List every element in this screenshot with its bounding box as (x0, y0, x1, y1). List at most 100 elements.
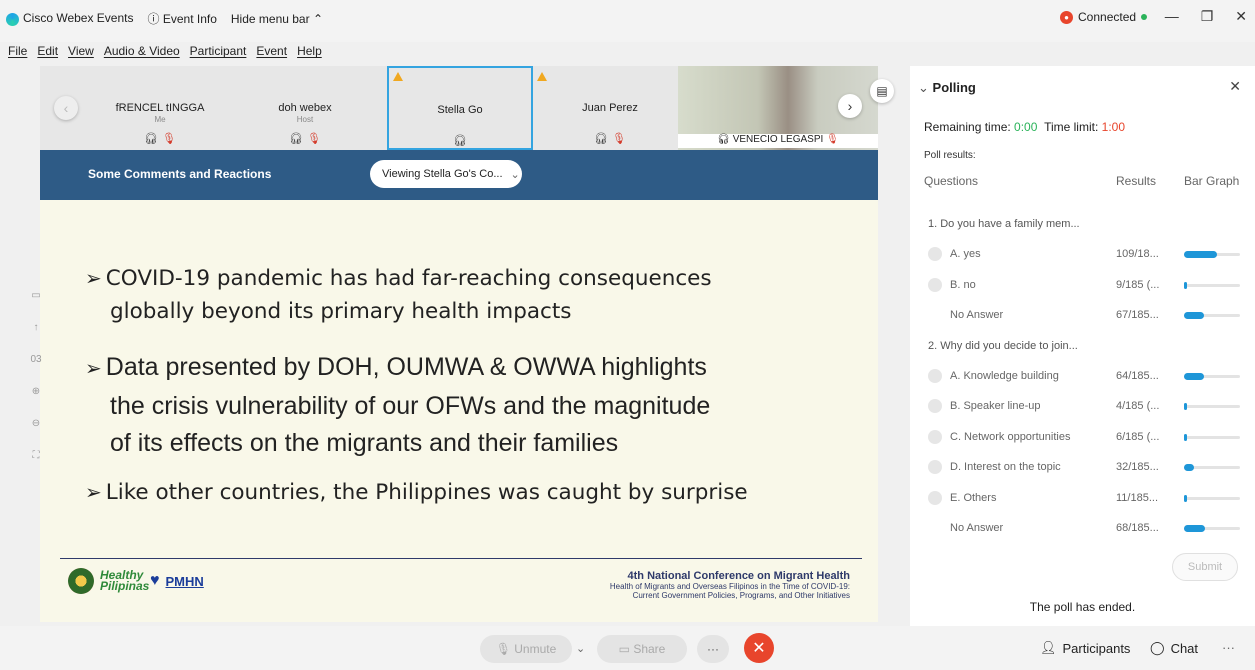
slide-logos: Healthy Pilipinas ♥ PMHN (68, 568, 204, 594)
menu-view[interactable]: View (68, 44, 94, 58)
menu-audio-video[interactable]: Audio & Video (104, 44, 180, 58)
chat-button[interactable]: ◯ Chat (1150, 640, 1198, 656)
video-caption: 🎧︎ VENECIO LEGASPI 🎙︎ (678, 134, 878, 148)
healthy-pilipinas-logo: Healthy Pilipinas (100, 568, 150, 593)
answer-result: 4/185 (... (1116, 400, 1160, 413)
strip-prev-button[interactable]: ‹ (54, 96, 78, 120)
tile-status-icons: 🎧︎ 🎙︎ (144, 133, 176, 145)
zoom-out-icon[interactable]: ⊖ (26, 418, 46, 450)
poll-answer-row: A. Knowledge building 64/185... (928, 368, 1250, 386)
person-icon: 👤︎ (1040, 640, 1057, 655)
conference-credit: 4th National Conference on Migrant Healt… (609, 570, 850, 600)
layout-icon[interactable]: ▤ (870, 79, 894, 103)
record-icon: ● (1060, 10, 1073, 24)
annotate-icon[interactable]: ▭ (26, 290, 46, 322)
answer-result: 9/185 (... (1116, 278, 1160, 291)
answer-label: B. no (950, 278, 976, 291)
poll-answer-row: A. yes 109/18... (928, 246, 1250, 264)
close-icon[interactable]: ✕ (1235, 8, 1247, 25)
participant-tile-selected[interactable]: Stella Go 🎧︎ (387, 66, 533, 150)
viewing-dropdown[interactable]: Viewing Stella Go's Co... ⌄ (370, 160, 522, 188)
answer-label: E. Others (950, 491, 997, 504)
radio-button[interactable] (928, 429, 942, 444)
menu-help[interactable]: Help (297, 44, 322, 58)
poll-answer-row: D. Interest on the topic 32/185... (928, 459, 1250, 477)
answer-result: 64/185... (1116, 370, 1159, 382)
window-controls: — ❐ ✕ (1165, 8, 1247, 25)
answer-bar-fill (1184, 251, 1218, 259)
answer-bar-fill (1184, 373, 1204, 380)
arrow-bullet-icon: ➢ (85, 480, 102, 504)
tile-status-icons: 🎧︎ (453, 135, 467, 147)
chevron-down-icon[interactable]: ⌄ (576, 642, 585, 655)
tile-status-icons: 🎧︎ 🎙︎ (594, 133, 626, 145)
restore-icon[interactable]: ❐ (1201, 8, 1214, 25)
answer-result: 67/185... (1116, 309, 1159, 322)
pointer-icon[interactable]: ↑ (26, 322, 46, 354)
minimize-icon[interactable]: — (1165, 8, 1179, 25)
radio-button[interactable] (928, 247, 942, 262)
radio-button[interactable] (928, 369, 942, 383)
chat-icon: ◯ (1150, 640, 1165, 655)
chevron-down-icon: ⌄ (918, 80, 929, 95)
radio-button[interactable] (928, 490, 942, 505)
answer-bar-fill (1184, 525, 1205, 532)
title-bar: Cisco Webex Events ⓘ Event Info Hide men… (0, 0, 1255, 42)
slide-toolbar: ▭ ↑ 03 ⊕ ⊖ ⛶ (26, 290, 46, 490)
poll-question: 1. Do you have a family mem... (928, 218, 1080, 230)
connection-status[interactable]: ● Connected (1060, 10, 1148, 24)
submit-button[interactable]: Submit (1172, 553, 1238, 581)
answer-bar (1184, 525, 1240, 532)
menu-edit[interactable]: Edit (37, 44, 58, 58)
menu-bar: File Edit View Audio & Video Participant… (8, 44, 322, 58)
more-options-button[interactable]: ··· (697, 635, 729, 663)
answer-label: C. Network opportunities (950, 430, 1071, 443)
menu-participant[interactable]: Participant (190, 44, 247, 58)
participant-tile[interactable]: doh webex Host 🎧︎ 🎙︎ (245, 66, 365, 150)
mic-muted-icon: 🎙︎ (162, 133, 176, 145)
answer-bar-fill (1184, 494, 1188, 502)
answer-bar (1184, 373, 1240, 380)
strip-next-button[interactable]: › (838, 94, 862, 118)
share-button[interactable]: ▭ Share (597, 635, 687, 663)
answer-bar-fill (1184, 433, 1187, 441)
close-icon[interactable]: ✕ (1229, 78, 1241, 95)
unmute-button[interactable]: 🎙︎ Unmute (480, 635, 572, 663)
polling-panel: ⌄ Polling ✕ Remaining time: 0:00 Time li… (910, 66, 1255, 626)
menu-event[interactable]: Event (256, 44, 287, 58)
polling-header[interactable]: ⌄ Polling (918, 80, 976, 96)
video-strip: ‹ fRENCEL tINGGA Me 🎧︎ 🎙︎ doh webex Host … (40, 66, 878, 150)
hide-menu-bar-button[interactable]: Hide menu bar ⌃ (231, 12, 323, 26)
end-call-button[interactable]: ✕ (744, 633, 774, 663)
answer-bar-fill (1184, 281, 1187, 289)
zoom-in-icon[interactable]: ⊕ (26, 386, 46, 418)
poll-answer-row: B. no 9/185 (... (928, 277, 1250, 295)
bottom-toolbar: 🎙︎ Unmute ⌄ ▭ Share ··· ✕ 👤︎ Participants… (0, 626, 1255, 670)
shared-slide: ➢ COVID-19 pandemic has had far-reaching … (40, 200, 878, 622)
answer-label: B. Speaker line-up (950, 400, 1041, 413)
answer-bar-fill (1184, 312, 1205, 320)
answer-bar (1184, 464, 1240, 472)
event-info-button[interactable]: ⓘ Event Info (148, 10, 217, 27)
participant-tile[interactable]: fRENCEL tINGGA Me 🎧︎ 🎙︎ (100, 66, 220, 150)
fit-icon[interactable]: ⛶ (26, 450, 46, 482)
participants-button[interactable]: 👤︎ Participants (1040, 640, 1130, 656)
menu-file[interactable]: File (8, 44, 27, 58)
radio-button[interactable] (928, 277, 942, 292)
slide-bullet: ➢ COVID-19 pandemic has had far-reaching … (85, 266, 712, 324)
mic-muted-icon: 🎙︎ (612, 133, 626, 145)
radio-button[interactable] (928, 460, 942, 475)
poll-answer-row: No Answer 67/185... (928, 307, 1250, 325)
chevron-down-icon: ⌄ (510, 168, 520, 181)
poll-answer-row: No Answer 68/185... (928, 520, 1250, 538)
poll-ended-text: The poll has ended. (1029, 600, 1136, 614)
answer-result: 11/185... (1116, 491, 1158, 504)
warning-icon (393, 72, 403, 81)
poll-timer: Remaining time: 0:00 Time limit: 1:00 (924, 120, 1125, 134)
slide-bullet: ➢ Like other countries, the Philippines w… (85, 480, 748, 505)
poll-question: 2. Why did you decide to join... (928, 339, 1078, 352)
more-icon[interactable]: ··· (1222, 640, 1235, 655)
radio-button[interactable] (928, 399, 942, 414)
webex-logo-icon (6, 12, 19, 26)
participant-tile[interactable]: Juan Perez 🎧︎ 🎙︎ (545, 66, 675, 150)
